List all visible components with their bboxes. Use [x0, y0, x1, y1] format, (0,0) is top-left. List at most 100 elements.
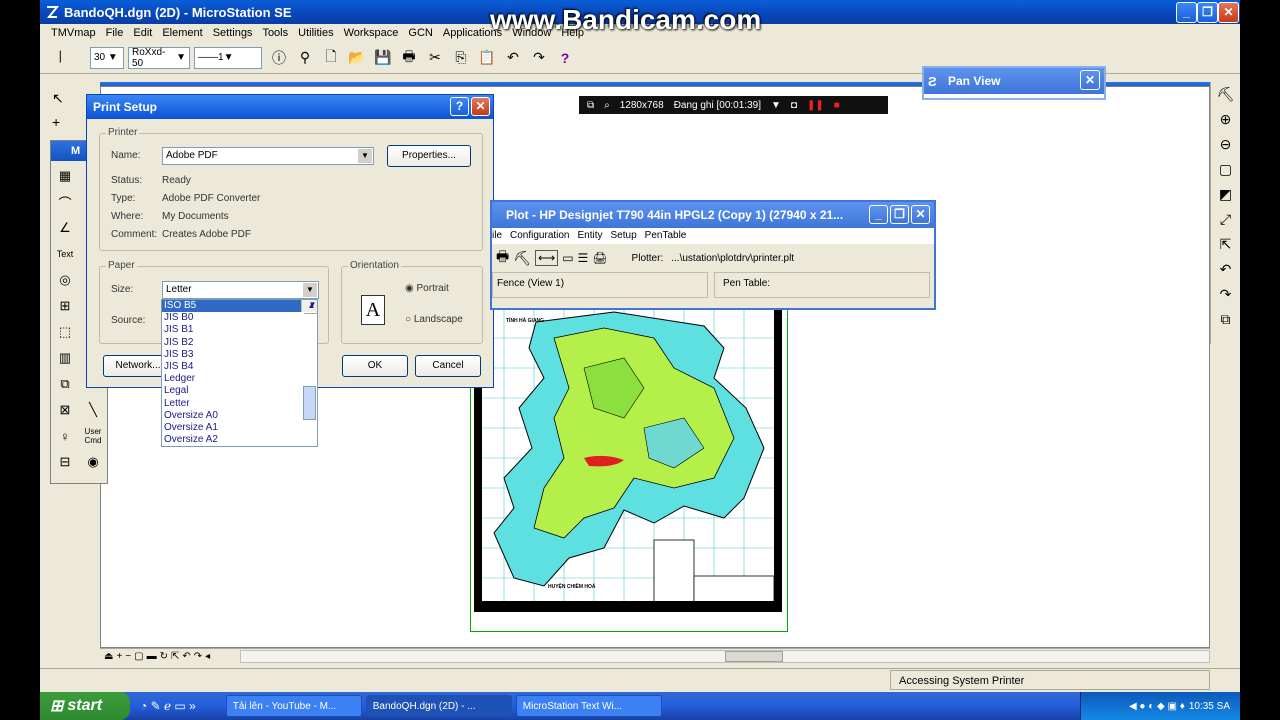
diagonal-line-icon[interactable]: ╲	[79, 397, 107, 423]
level-select[interactable]: —— 1 ▼	[194, 46, 262, 69]
minimize-button[interactable]: _	[1176, 2, 1197, 23]
chevron-down-icon[interactable]: ▼	[358, 149, 372, 163]
open-folder-icon[interactable]: 📂	[346, 47, 368, 69]
paper-option[interactable]: JIS B3	[162, 349, 317, 361]
target-icon[interactable]: ◉	[79, 449, 107, 475]
select-arrow-icon[interactable]: ↖	[52, 90, 64, 107]
pen-icon[interactable]: 🖨	[592, 251, 607, 265]
dialog-close-button[interactable]: ✕	[471, 97, 490, 116]
undo-icon[interactable]: ↶	[502, 47, 524, 69]
camera-icon[interactable]: ◘	[791, 100, 797, 111]
chevron-down-icon[interactable]: ▼	[303, 283, 317, 297]
color-picker[interactable]: ▕	[50, 47, 86, 69]
quicklaunch-icons[interactable]: ◔ ✎ ℯ ▭ »	[140, 699, 196, 713]
info-icon[interactable]: ⓘ	[268, 47, 290, 69]
page-setup-icon[interactable]: ⟷	[535, 250, 559, 266]
plot-menu-configuration[interactable]: Configuration	[510, 228, 569, 244]
plot-menu-pentable[interactable]: PenTable	[645, 228, 687, 244]
list-scrollbar-thumb[interactable]	[303, 386, 316, 420]
menu-gcn[interactable]: GCN	[403, 27, 437, 39]
properties-button[interactable]: Properties...	[387, 145, 471, 167]
paper-option[interactable]: JIS B2	[162, 337, 317, 349]
menu-workspace[interactable]: Workspace	[339, 27, 404, 39]
new-file-icon[interactable]: 🗋	[320, 47, 342, 69]
user-icon[interactable]: ♀	[51, 423, 79, 449]
window-small-icon[interactable]: ▢	[134, 651, 143, 662]
fit-small-icon[interactable]: ▬	[147, 651, 157, 662]
plot-menu-file[interactable]: ile	[492, 228, 502, 244]
pan-small-icon[interactable]: ⇱	[171, 651, 179, 662]
view-previous-icon[interactable]: ↶	[1211, 257, 1240, 282]
window-area-icon[interactable]: ▢	[1211, 157, 1240, 182]
pause-icon[interactable]: ❚❚	[807, 100, 824, 111]
zoom-in-small-icon[interactable]: +	[116, 651, 122, 662]
scroll-left-icon[interactable]: ◂	[205, 651, 210, 662]
scrollbar-thumb[interactable]	[725, 651, 783, 662]
zoom-out-icon[interactable]: ⊖	[1211, 132, 1240, 157]
fence-icon[interactable]: ⬚	[51, 319, 79, 345]
box-icon[interactable]: ⊟	[51, 449, 79, 475]
menu-tools[interactable]: Tools	[257, 27, 293, 39]
tray-icons[interactable]: ◀ ● ◐ ◆ ▣ ♦	[1129, 701, 1185, 712]
search-icon[interactable]: ⌕	[604, 100, 610, 111]
start-button[interactable]: ⊞ start	[40, 692, 130, 720]
pan-view-icon[interactable]: ⇱	[1211, 232, 1240, 257]
paper-option[interactable]: Oversize A1	[162, 422, 317, 434]
scroll-down-icon[interactable]: ▼	[304, 300, 317, 312]
next-small-icon[interactable]: ↷	[194, 651, 202, 662]
menu-file[interactable]: File	[101, 27, 129, 39]
pan-view-close-button[interactable]: ✕	[1080, 70, 1100, 90]
arc-icon[interactable]: ⌒	[51, 189, 79, 215]
ok-button[interactable]: OK	[342, 355, 408, 377]
task-bandoqh[interactable]: BandoQH.dgn (2D) - ...	[365, 695, 512, 717]
plot-icon[interactable]: 🖶	[496, 246, 509, 270]
list-icon[interactable]: ☰	[578, 251, 589, 265]
save-icon[interactable]: 💾	[372, 47, 394, 69]
view-attributes-icon[interactable]: ⏏	[104, 651, 113, 662]
style-select[interactable]: RoXxd-50 ▼	[128, 46, 190, 69]
maximize-button[interactable]: ❐	[1197, 2, 1218, 23]
list-scrollbar[interactable]: ▲ ▼	[301, 300, 317, 420]
cell-icon[interactable]: ⊞	[51, 293, 79, 319]
menu-settings[interactable]: Settings	[208, 27, 258, 39]
stop-icon[interactable]: ■	[834, 100, 840, 111]
print-icon[interactable]: 🖶	[398, 47, 420, 69]
menu-utilities[interactable]: Utilities	[293, 27, 338, 39]
paper-option[interactable]: Letter	[162, 398, 317, 410]
zoom-out-small-icon[interactable]: −	[125, 651, 131, 662]
view-next-icon[interactable]: ↷	[1211, 282, 1240, 307]
plot-menu-entity[interactable]: Entity	[578, 228, 603, 244]
table-icon[interactable]: ▥	[51, 345, 79, 371]
close-button[interactable]: ✕	[1218, 2, 1239, 23]
paper-option[interactable]: ISO B5	[162, 300, 317, 313]
layout-icon[interactable]: ▭	[562, 251, 573, 265]
cut-icon[interactable]: ✂	[424, 47, 446, 69]
user-cmd-icon[interactable]: User Cmd	[79, 423, 107, 449]
printer-name-select[interactable]: Adobe PDF ▼	[162, 147, 374, 165]
text-icon[interactable]: Text	[51, 241, 79, 267]
plot-close-button[interactable]: ✕	[911, 205, 930, 224]
task-microstation-text[interactable]: MicroStation Text Wi...	[515, 695, 662, 717]
menu-edit[interactable]: Edit	[128, 27, 157, 39]
task-youtube[interactable]: Tải lên - YouTube - M...	[225, 695, 362, 717]
weight-select[interactable]: 30 ▼	[90, 46, 124, 69]
plot-menu-setup[interactable]: Setup	[611, 228, 637, 244]
paper-size-select[interactable]: Letter ▼	[162, 281, 319, 299]
scale-icon[interactable]: ⊠	[51, 397, 79, 423]
plus-icon[interactable]: +	[52, 114, 60, 130]
portrait-radio[interactable]: ◉ Portrait	[405, 283, 449, 294]
paper-option[interactable]: JIS B4	[162, 361, 317, 373]
paper-option[interactable]: Oversize A0	[162, 410, 317, 422]
update-view-icon[interactable]: ⛏	[1211, 82, 1240, 107]
paper-option[interactable]: Ledger	[162, 373, 317, 385]
cancel-button[interactable]: Cancel	[415, 355, 481, 377]
fullscreen-icon[interactable]: ⧉	[587, 100, 594, 111]
circle-icon[interactable]: ◎	[51, 267, 79, 293]
plot-maximize-button[interactable]: ❐	[890, 205, 909, 224]
fit-view-icon[interactable]: ◩	[1211, 182, 1240, 207]
preview-icon[interactable]: ⛏	[513, 250, 531, 267]
menu-tmvmap[interactable]: TMVmap	[46, 27, 101, 39]
menu-element[interactable]: Element	[157, 27, 207, 39]
redo-icon[interactable]: ↷	[528, 47, 550, 69]
paste-icon[interactable]: 📋	[476, 47, 498, 69]
